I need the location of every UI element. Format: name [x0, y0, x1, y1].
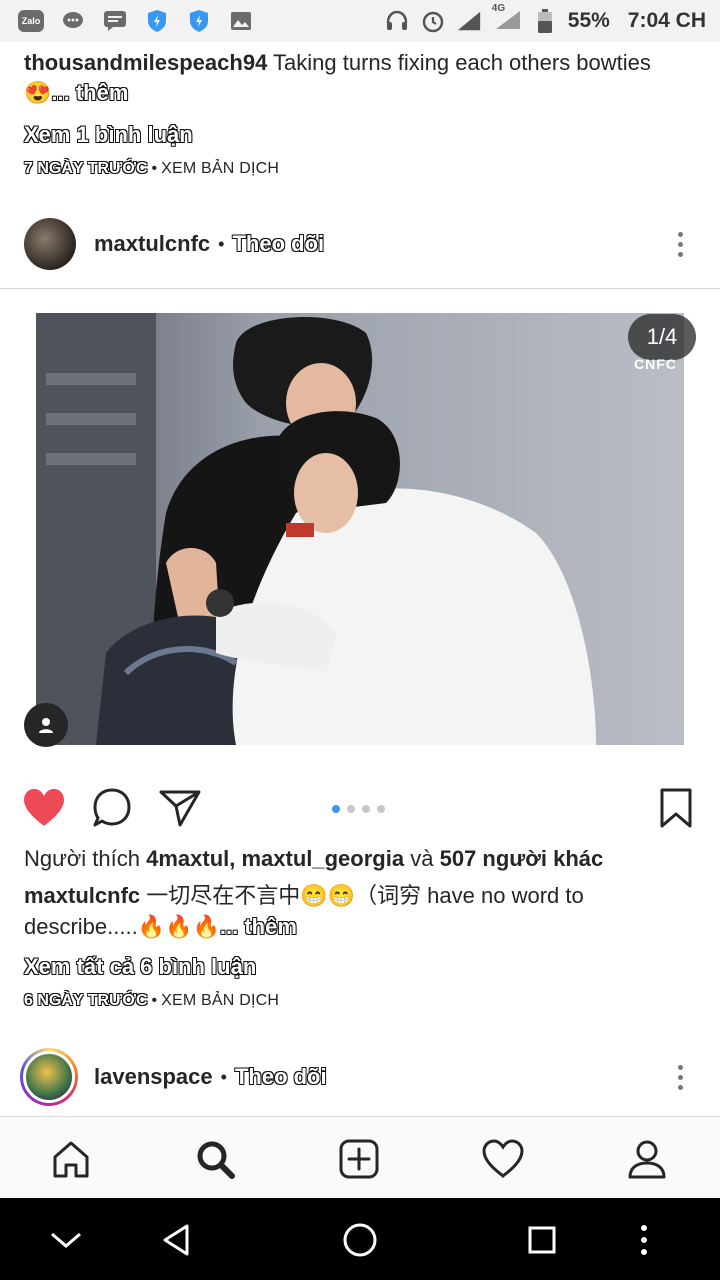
clock: 7:04 CH — [627, 9, 706, 32]
home-icon[interactable] — [47, 1135, 95, 1183]
header-separator: • — [220, 1066, 227, 1087]
comment-icon[interactable] — [88, 784, 136, 832]
emoji: 😍 — [24, 80, 52, 105]
bookmark-icon[interactable] — [652, 784, 700, 832]
network-4g: 4G — [492, 3, 522, 36]
search-icon[interactable] — [191, 1135, 239, 1183]
user-tag-icon[interactable] — [24, 703, 68, 747]
carousel-dot — [362, 805, 370, 813]
post-meta: 6 NGÀY TRƯỚC • XEM BẢN DỊCH — [24, 992, 279, 1010]
shield-icon — [186, 8, 212, 34]
carousel-dot — [332, 805, 340, 813]
post-photo[interactable] — [36, 313, 684, 745]
translate-link[interactable]: XEM BẢN DỊCH — [161, 160, 279, 178]
status-bar: Zalo 4G 55% 7:04 CH — [0, 0, 720, 42]
bottom-tab-bar — [0, 1116, 720, 1199]
profile-icon[interactable] — [623, 1135, 671, 1183]
translate-link[interactable]: XEM BẢN DỊCH — [161, 992, 279, 1010]
next-post-header: lavenspace • Theo dõi — [0, 1043, 720, 1111]
recents-icon[interactable] — [520, 1218, 564, 1262]
android-nav-bar — [0, 1198, 720, 1280]
time-ago: 6 NGÀY TRƯỚC — [24, 992, 148, 1009]
more-options-icon[interactable] — [678, 232, 684, 262]
divider — [0, 288, 720, 289]
more-options-icon[interactable] — [678, 1065, 684, 1095]
caption-username[interactable]: maxtulcnfc — [24, 883, 140, 908]
more-vertical-icon[interactable] — [622, 1218, 666, 1262]
view-comments-link[interactable]: Xem 1 bình luận — [23, 121, 193, 148]
carousel-dots — [332, 805, 385, 813]
headphones-icon — [384, 8, 410, 34]
meta-separator: • — [151, 160, 158, 177]
add-post-icon[interactable] — [335, 1135, 383, 1183]
follow-button[interactable]: Theo dõi — [232, 230, 325, 257]
battery-icon — [532, 8, 558, 34]
prev-post-meta: 7 NGÀY TRƯỚC • XEM BẢN DỊCH — [24, 160, 279, 178]
follow-button[interactable]: Theo dõi — [234, 1063, 327, 1090]
meta-separator: • — [151, 992, 158, 1009]
home-circle-icon[interactable] — [338, 1218, 382, 1262]
likes-summary[interactable]: Người thích 4maxtul, maxtul_georgia và 5… — [24, 846, 603, 872]
back-icon[interactable] — [154, 1218, 198, 1262]
post-caption: maxtulcnfc 一切尽在不言中😁😁（词穷 have no word to … — [24, 880, 694, 942]
next-post-username[interactable]: lavenspace — [94, 1064, 213, 1090]
likes-prefix: Người thích — [24, 846, 140, 871]
zalo-icon: Zalo — [18, 10, 44, 32]
image-icon — [228, 8, 254, 34]
caption-more-link[interactable]: ... thêm — [219, 913, 297, 939]
battery-percent: 55% — [567, 9, 610, 32]
post-username[interactable]: maxtulcnfc — [94, 231, 210, 257]
post-header: maxtulcnfc • Theo dõi — [0, 210, 720, 278]
prev-post-username[interactable]: thousandmilespeach94 — [24, 50, 267, 75]
signal-icon — [456, 8, 482, 34]
likes-others[interactable]: 507 người khác — [440, 846, 604, 871]
share-icon[interactable] — [156, 784, 204, 832]
carousel-dot — [347, 805, 355, 813]
alarm-icon — [420, 8, 446, 34]
header-separator: • — [218, 233, 225, 254]
prev-post-caption: thousandmilespeach94 Taking turns fixing… — [24, 48, 694, 108]
activity-heart-icon[interactable] — [479, 1135, 527, 1183]
post-actions — [0, 784, 720, 834]
likes-and: và — [410, 846, 434, 871]
avatar[interactable] — [24, 218, 76, 270]
chat-icon — [60, 8, 86, 34]
more-link[interactable]: ... thêm — [51, 79, 129, 105]
view-all-comments-link[interactable]: Xem tất cả 6 bình luận — [23, 953, 256, 980]
message-icon — [102, 8, 128, 34]
likes-users[interactable]: 4maxtul, maxtul_georgia — [146, 846, 404, 871]
like-heart-icon[interactable] — [20, 784, 68, 832]
watermark: CNFC — [634, 356, 677, 372]
prev-post-caption-text: Taking turns fixing each others bowties — [273, 50, 651, 75]
chevron-down-icon[interactable] — [44, 1218, 88, 1262]
photo-illustration — [36, 313, 596, 745]
story-avatar[interactable] — [20, 1048, 78, 1106]
carousel-dot — [377, 805, 385, 813]
shield-icon — [144, 8, 170, 34]
time-ago: 7 NGÀY TRƯỚC — [24, 160, 148, 177]
photo-counter: 1/4 — [628, 314, 696, 360]
